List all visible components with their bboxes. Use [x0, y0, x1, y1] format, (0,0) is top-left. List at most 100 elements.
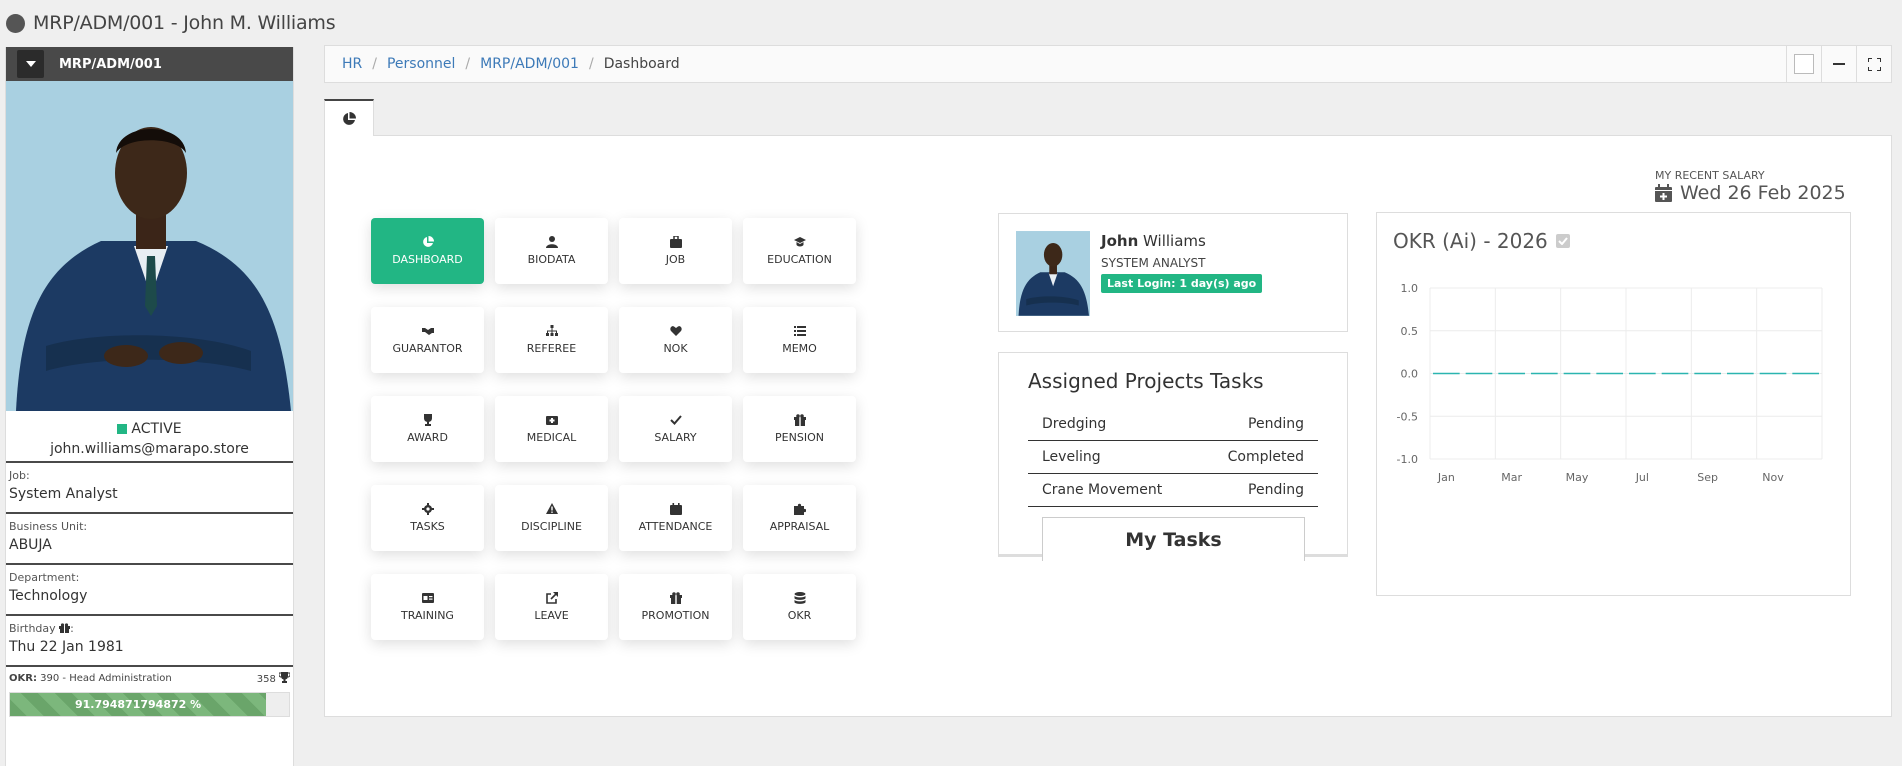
fullscreen-button[interactable] [1856, 46, 1891, 82]
color-picker-button[interactable] [1786, 46, 1821, 82]
handshake-icon [421, 325, 434, 337]
trophy-icon [422, 414, 434, 426]
tile-label: TRAINING [401, 609, 454, 622]
breadcrumb-item-hr[interactable]: HR [342, 56, 362, 72]
tile-referee[interactable]: REFEREE [495, 307, 608, 373]
birthday-label-text: Birthday [9, 622, 56, 635]
tile-education[interactable]: EDUCATION [743, 218, 856, 284]
chart-title-text: OKR (Ai) - 2026 [1393, 229, 1548, 253]
table-row[interactable]: Leveling Completed [1028, 441, 1318, 474]
minus-icon [1833, 63, 1845, 65]
caret-down-icon [25, 61, 36, 67]
birthday-label: Birthday : [9, 622, 290, 636]
okr-chart-card: OKR (Ai) - 2026 1.0 0.5 0.0 -0.5 -1.0 Jan Mar M… [1376, 212, 1851, 596]
table-row[interactable]: Dredging Pending [1028, 408, 1318, 441]
breadcrumb-item-personnel[interactable]: Personnel [387, 56, 455, 72]
birthday-value: Thu 22 Jan 1981 [9, 639, 124, 655]
breadcrumb-link-personnel[interactable]: Personnel [387, 56, 455, 72]
tile-discipline[interactable]: DISCIPLINE [495, 485, 608, 551]
tile-attendance[interactable]: ATTENDANCE [619, 485, 732, 551]
profile-name: John Williams [1101, 232, 1206, 250]
x-tick-label: Sep [1697, 471, 1718, 484]
tile-appraisal[interactable]: APPRAISAL [743, 485, 856, 551]
tile-training[interactable]: TRAINING [371, 574, 484, 640]
dropdown-toggle-button[interactable] [17, 50, 44, 78]
x-tick-label: May [1566, 471, 1589, 484]
table-row[interactable]: Crane Movement Pending [1028, 474, 1318, 507]
tile-pension[interactable]: PENSION [743, 396, 856, 462]
panel-tools [1786, 46, 1891, 82]
employee-photo [6, 81, 293, 411]
x-tick-label: Nov [1762, 471, 1784, 484]
breadcrumb-link-hr[interactable]: HR [342, 56, 362, 72]
x-tick-label: Jul [1635, 471, 1649, 484]
y-tick-label: 1.0 [1401, 282, 1419, 295]
tile-label: DASHBOARD [392, 253, 463, 266]
breadcrumb-separator: / [372, 56, 377, 72]
birthday-field: Birthday : Thu 22 Jan 1981 [6, 614, 293, 665]
tile-okr[interactable]: OKR [743, 574, 856, 640]
pie-chart-icon [422, 236, 434, 248]
tile-leave[interactable]: LEAVE [495, 574, 608, 640]
my-tasks-button[interactable]: My Tasks [1042, 517, 1305, 561]
tile-memo[interactable]: MEMO [743, 307, 856, 373]
last-login-badge: Last Login: 1 day(s) ago [1101, 274, 1263, 293]
okr-progress-fill: 91.794871794872 % [10, 693, 267, 716]
business-unit-field: Business Unit: ABUJA [6, 512, 293, 563]
breadcrumb-link-employee[interactable]: MRP/ADM/001 [480, 56, 579, 72]
task-name: Dredging [1042, 416, 1107, 432]
profile-last-name: Williams [1143, 232, 1206, 250]
department-label: Department: [9, 571, 80, 584]
tile-nok[interactable]: NOK [619, 307, 732, 373]
tile-label: MEMO [782, 342, 817, 355]
x-tick-label: Mar [1501, 471, 1522, 484]
tile-promotion[interactable]: PROMOTION [619, 574, 732, 640]
okr-row: OKR: 390 - Head Administration 358 [9, 672, 290, 687]
expand-icon [1867, 57, 1881, 71]
tile-label: EDUCATION [767, 253, 832, 266]
assigned-tasks-card: Assigned Projects Tasks Dredging Pending … [998, 352, 1348, 561]
tile-job[interactable]: JOB [619, 218, 732, 284]
tile-label: SALARY [654, 431, 697, 444]
tile-label: REFEREE [526, 342, 577, 355]
tile-label: DISCIPLINE [521, 520, 582, 533]
recent-salary: MY RECENT SALARY Wed 26 Feb 2025 [1655, 169, 1846, 204]
okr-points-value: 358 [256, 674, 276, 685]
employee-sidebar: MRP/ADM/001 ACTIVE john.williams@marapo.… [5, 47, 294, 766]
title-bar: MRP/ADM/001 - John M. Williams [6, 10, 336, 36]
status-label: ACTIVE [131, 421, 182, 437]
tile-salary[interactable]: SALARY [619, 396, 732, 462]
tasks-title: Assigned Projects Tasks [1028, 369, 1264, 393]
tile-tasks[interactable]: TASKS [371, 485, 484, 551]
business-unit-label: Business Unit: [9, 520, 88, 533]
tile-guarantor[interactable]: GUARANTOR [371, 307, 484, 373]
tile-label: PENSION [775, 431, 824, 444]
sidebar-header: MRP/ADM/001 [6, 47, 293, 81]
status-dot-icon [6, 13, 25, 33]
okr-points: 358 [257, 672, 290, 687]
task-status: Pending [1248, 416, 1304, 432]
tile-label: LEAVE [534, 609, 569, 622]
breadcrumb-item-employee[interactable]: MRP/ADM/001 [480, 56, 579, 72]
tile-medical[interactable]: MEDICAL [495, 396, 608, 462]
employee-email: john.williams@marapo.store [50, 441, 249, 457]
tile-award[interactable]: AWARD [371, 396, 484, 462]
department-value: Technology [9, 588, 88, 604]
tab-dashboard[interactable] [324, 99, 374, 136]
department-field: Department: Technology [6, 563, 293, 614]
tile-biodata[interactable]: BIODATA [495, 218, 608, 284]
external-link-icon [545, 592, 558, 604]
tile-label: APPRAISAL [769, 520, 830, 533]
checkbox-icon [1555, 234, 1570, 248]
y-tick-label: 0.0 [1401, 368, 1419, 381]
minimize-button[interactable] [1821, 46, 1856, 82]
breadcrumb-separator: / [588, 56, 594, 72]
calendar-plus-icon [1655, 184, 1672, 202]
profile-card: John Williams SYSTEM ANALYST Last Login:… [998, 213, 1348, 332]
sitemap-icon [545, 325, 558, 337]
tile-dashboard[interactable]: DASHBOARD [371, 218, 484, 284]
okr-text: OKR: 390 - Head Administration [9, 672, 172, 687]
job-value: System Analyst [9, 486, 118, 502]
breadcrumb-current: Dashboard [603, 56, 680, 72]
check-icon [669, 414, 682, 426]
